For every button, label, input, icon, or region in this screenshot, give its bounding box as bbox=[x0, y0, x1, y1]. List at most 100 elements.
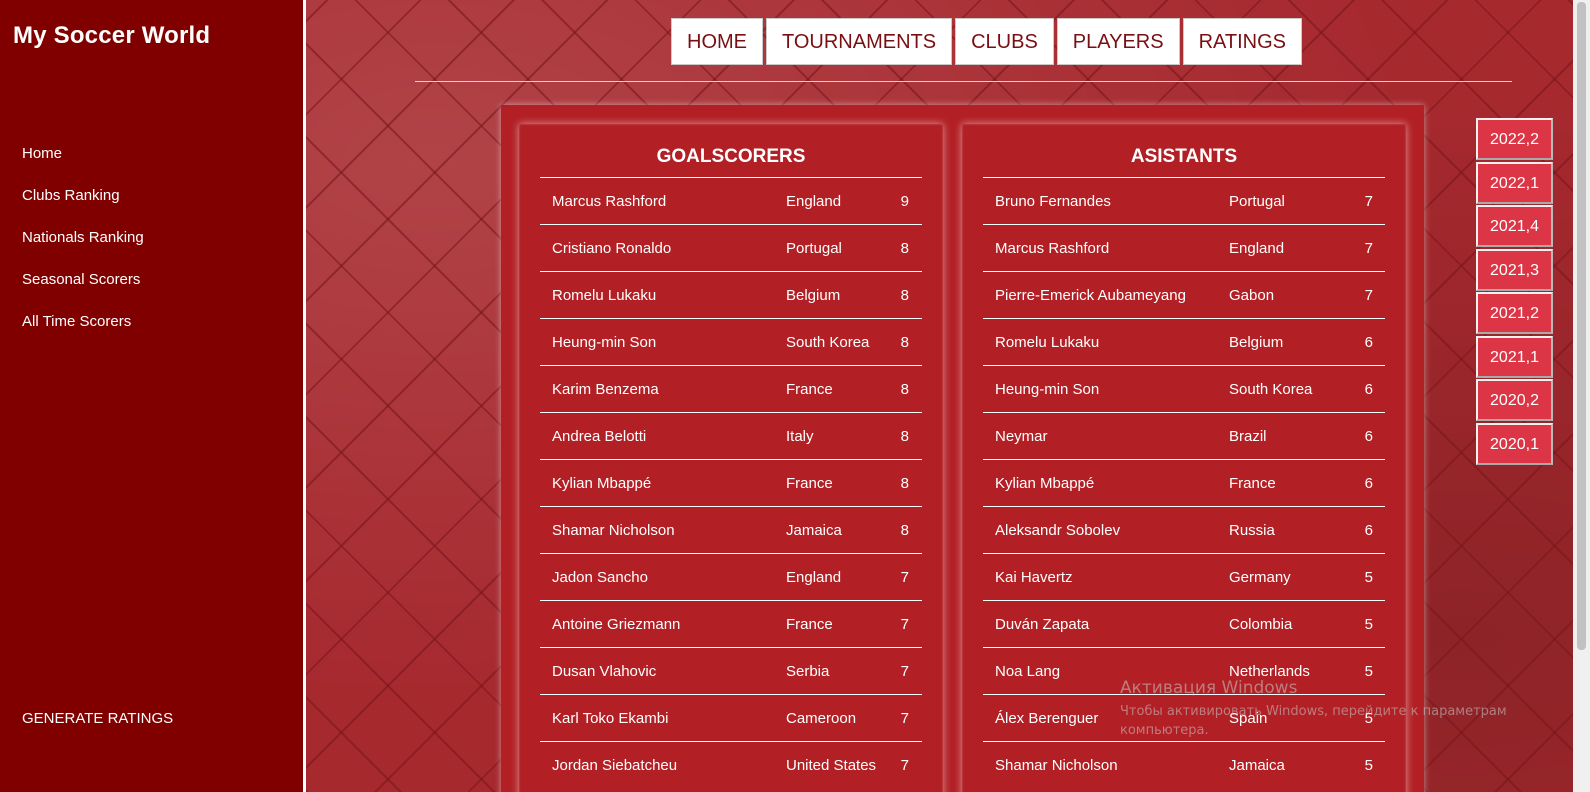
goalscorers-table: Marcus Rashford England 9 Cristiano Ronaldo… bbox=[540, 177, 922, 788]
player-count: 7 bbox=[1364, 287, 1373, 304]
table-row: Karim Benzema France 8 bbox=[540, 365, 922, 412]
player-count: 8 bbox=[900, 428, 909, 445]
table-row: Duván Zapata Colombia 5 bbox=[983, 600, 1385, 647]
table-row: Aleksandr Sobolev Russia 6 bbox=[983, 506, 1385, 553]
table-row: Bruno Fernandes Portugal 7 bbox=[983, 177, 1385, 224]
player-country: Jamaica bbox=[1229, 757, 1285, 774]
player-name: Cristiano Ronaldo bbox=[552, 240, 672, 257]
player-count: 7 bbox=[900, 569, 909, 586]
player-count: 6 bbox=[1364, 522, 1373, 539]
sidebar-item-home[interactable]: Home bbox=[22, 143, 144, 185]
brand-title[interactable]: My Soccer World bbox=[13, 22, 210, 50]
player-count: 8 bbox=[900, 475, 909, 492]
season-selector: 2022,2 2022,1 2021,4 2021,3 2021,2 2021,1 2020… bbox=[1476, 118, 1553, 466]
table-row: Cristiano Ronaldo Portugal 8 bbox=[540, 224, 922, 271]
header-divider bbox=[415, 81, 1512, 82]
player-count: 6 bbox=[1364, 381, 1373, 398]
player-name: Marcus Rashford bbox=[995, 240, 1110, 257]
player-country: France bbox=[786, 381, 833, 398]
season-button[interactable]: 2021,3 bbox=[1476, 248, 1553, 291]
player-country: Portugal bbox=[786, 240, 842, 257]
watermark-subtitle: Чтобы активировать Windows, перейдите к … bbox=[1120, 704, 1507, 738]
player-name: Bruno Fernandes bbox=[995, 193, 1111, 210]
player-name: Noa Lang bbox=[995, 663, 1061, 680]
table-row: Andrea Belotti Italy 8 bbox=[540, 412, 922, 459]
player-country: Gabon bbox=[1229, 287, 1275, 304]
table-row: Pierre-Emerick Aubameyang Gabon 7 bbox=[983, 271, 1385, 318]
goalscorers-panel: GOALSCORERS Marcus Rashford England 9 Crist… bbox=[519, 124, 943, 792]
player-count: 6 bbox=[1364, 428, 1373, 445]
table-row: Heung-min Son South Korea 6 bbox=[983, 365, 1385, 412]
season-button[interactable]: 2021,4 bbox=[1476, 205, 1553, 247]
nav-ratings-button[interactable]: RATINGS bbox=[1182, 18, 1302, 65]
player-count: 5 bbox=[1364, 757, 1373, 774]
player-country: England bbox=[786, 193, 842, 210]
player-count: 5 bbox=[1364, 616, 1373, 633]
table-row: Kai Havertz Germany 5 bbox=[983, 553, 1385, 600]
table-row: Kylian Mbappé France 6 bbox=[983, 459, 1385, 506]
player-name: Karim Benzema bbox=[552, 381, 659, 398]
nav-tournaments-button[interactable]: TOURNAMENTS bbox=[766, 18, 953, 65]
scrollbar-thumb[interactable] bbox=[1577, 2, 1586, 650]
sidebar-item-nationals-ranking[interactable]: Nationals Ranking bbox=[22, 227, 144, 269]
nav-players-button[interactable]: PLAYERS bbox=[1056, 18, 1180, 65]
table-row: Kylian Mbappé France 8 bbox=[540, 459, 922, 506]
player-count: 7 bbox=[900, 616, 909, 633]
player-count: 7 bbox=[900, 663, 909, 680]
player-count: 9 bbox=[900, 193, 909, 210]
sidebar: My Soccer World Home Clubs Ranking Natio… bbox=[0, 0, 306, 792]
player-country: England bbox=[786, 569, 842, 586]
player-count: 5 bbox=[1364, 569, 1373, 586]
generate-ratings-button[interactable]: GENERATE RATINGS bbox=[22, 710, 173, 727]
scrollbar-track[interactable] bbox=[1573, 0, 1590, 792]
player-count: 6 bbox=[1364, 334, 1373, 351]
table-row: Romelu Lukaku Belgium 8 bbox=[540, 271, 922, 318]
goalscorers-title: GOALSCORERS bbox=[656, 146, 806, 167]
player-country: France bbox=[786, 616, 833, 633]
season-button[interactable]: 2022,2 bbox=[1476, 118, 1553, 160]
season-button[interactable]: 2020,1 bbox=[1476, 422, 1553, 465]
nav-clubs-button[interactable]: CLUBS bbox=[955, 18, 1054, 65]
player-country: Germany bbox=[1229, 569, 1291, 586]
table-row: Romelu Lukaku Belgium 6 bbox=[983, 318, 1385, 365]
player-name: Romelu Lukaku bbox=[995, 334, 1100, 351]
table-row: Marcus Rashford England 9 bbox=[540, 177, 922, 224]
player-country: Belgium bbox=[1229, 334, 1284, 351]
sidebar-item-all-time-scorers[interactable]: All Time Scorers bbox=[22, 311, 144, 353]
player-count: 7 bbox=[1364, 193, 1373, 210]
player-country: Portugal bbox=[1229, 193, 1285, 210]
season-button[interactable]: 2021,1 bbox=[1476, 335, 1553, 378]
table-row: Jordan Siebatcheu United States 7 bbox=[540, 741, 922, 788]
player-country: Cameroon bbox=[786, 710, 857, 727]
table-row: Marcus Rashford England 7 bbox=[983, 224, 1385, 271]
sidebar-item-seasonal-scorers[interactable]: Seasonal Scorers bbox=[22, 269, 144, 311]
season-button[interactable]: 2021,2 bbox=[1476, 292, 1553, 334]
player-name: Heung-min Son bbox=[552, 334, 657, 351]
player-country: Colombia bbox=[1229, 616, 1293, 633]
nav-home-button[interactable]: HOME bbox=[671, 18, 763, 65]
player-country: Italy bbox=[786, 428, 814, 445]
player-country: Brazil bbox=[1229, 428, 1267, 445]
player-name: Aleksandr Sobolev bbox=[995, 522, 1121, 539]
table-row: Shamar Nicholson Jamaica 5 bbox=[983, 741, 1385, 788]
player-name: Romelu Lukaku bbox=[552, 287, 657, 304]
sidebar-item-clubs-ranking[interactable]: Clubs Ranking bbox=[22, 185, 144, 227]
season-button[interactable]: 2020,2 bbox=[1476, 379, 1553, 421]
player-count: 6 bbox=[1364, 475, 1373, 492]
player-name: Jadon Sancho bbox=[552, 569, 648, 586]
player-country: France bbox=[786, 475, 833, 492]
player-name: Neymar bbox=[995, 428, 1048, 445]
player-country: Belgium bbox=[786, 287, 841, 304]
table-row: Neymar Brazil 6 bbox=[983, 412, 1385, 459]
player-name: Karl Toko Ekambi bbox=[552, 710, 669, 727]
season-button[interactable]: 2022,1 bbox=[1476, 161, 1553, 204]
table-row: Shamar Nicholson Jamaica 8 bbox=[540, 506, 922, 553]
player-country: Jamaica bbox=[786, 522, 842, 539]
player-country: Serbia bbox=[786, 663, 830, 680]
player-country: Russia bbox=[1229, 522, 1275, 539]
player-count: 8 bbox=[900, 287, 909, 304]
player-count: 7 bbox=[900, 757, 909, 774]
player-name: Marcus Rashford bbox=[552, 193, 667, 210]
player-count: 8 bbox=[900, 381, 909, 398]
player-name: Shamar Nicholson bbox=[552, 522, 675, 539]
